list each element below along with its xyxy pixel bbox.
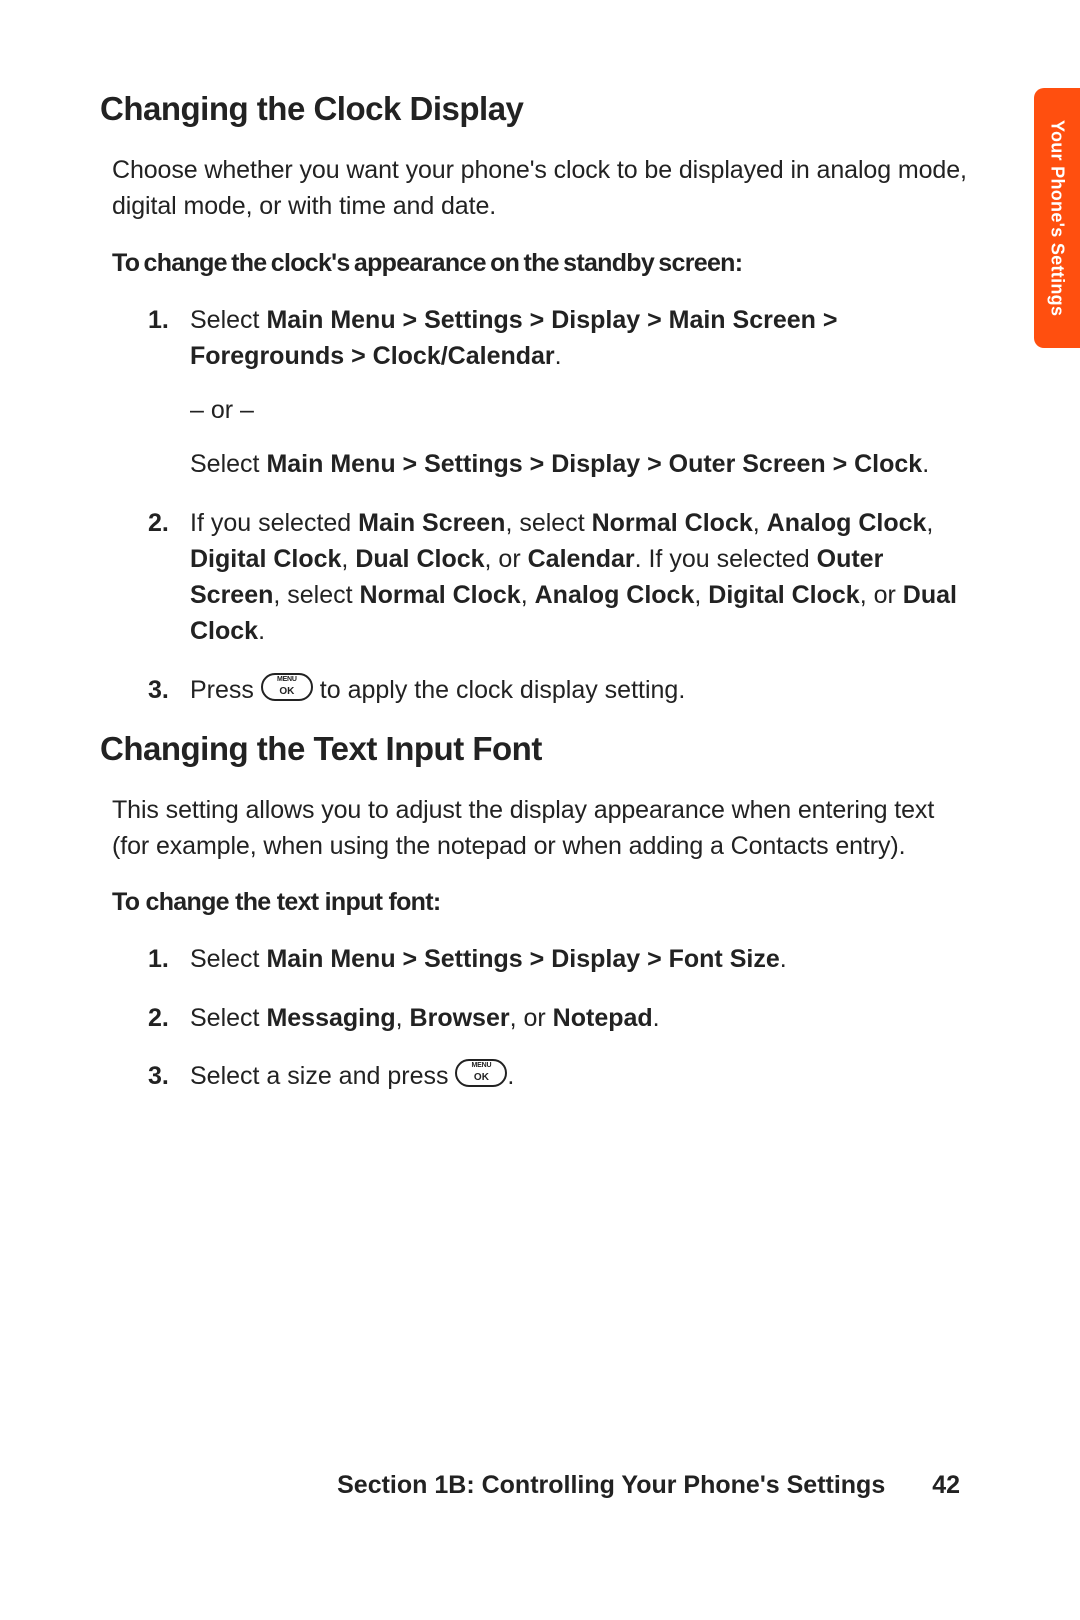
step3-pre: Press xyxy=(190,676,261,704)
step1-path: Main Menu > Settings > Display > Main Sc… xyxy=(190,306,837,370)
step1-pre: Select xyxy=(190,306,266,334)
menu-ok-icon xyxy=(261,673,313,701)
steps-clock: Select Main Menu > Settings > Display > … xyxy=(148,302,970,708)
font-step-2: Select Messaging, Browser, or Notepad. xyxy=(148,1000,970,1036)
step1-alt: Select Main Menu > Settings > Display > … xyxy=(190,446,970,482)
font-step-3: Select a size and press . xyxy=(148,1058,970,1094)
font-step-1: Select Main Menu > Settings > Display > … xyxy=(148,941,970,977)
step1b-pre: Select xyxy=(190,450,266,478)
step1b-path: Main Menu > Settings > Display > Outer S… xyxy=(266,450,922,478)
steps-font: Select Main Menu > Settings > Display > … xyxy=(148,941,970,1094)
side-tab: Your Phone's Settings xyxy=(1034,88,1080,348)
page-number: 42 xyxy=(932,1471,960,1500)
side-tab-label: Your Phone's Settings xyxy=(1047,120,1068,316)
subhead-font: To change the text input font: xyxy=(112,888,970,917)
heading-text-font: Changing the Text Input Font xyxy=(100,730,970,768)
or-divider: – or – xyxy=(190,392,970,428)
intro-clock: Choose whether you want your phone's clo… xyxy=(112,152,970,225)
footer-section: Section 1B: Controlling Your Phone's Set… xyxy=(337,1471,885,1499)
step-2: If you selected Main Screen, select Norm… xyxy=(148,505,970,650)
manual-page: Your Phone's Settings Changing the Clock… xyxy=(0,0,1080,1620)
heading-clock-display: Changing the Clock Display xyxy=(100,90,970,128)
step1-post: . xyxy=(555,342,562,370)
step3-post: to apply the clock display setting. xyxy=(313,676,685,704)
subhead-clock: To change the clock's appearance on the … xyxy=(112,249,970,278)
step1b-post: . xyxy=(922,450,929,478)
menu-ok-icon xyxy=(455,1059,507,1087)
step-1: Select Main Menu > Settings > Display > … xyxy=(148,302,970,483)
intro-font: This setting allows you to adjust the di… xyxy=(112,792,970,865)
page-footer: Section 1B: Controlling Your Phone's Set… xyxy=(0,1471,960,1500)
step-3: Press to apply the clock display setting… xyxy=(148,672,970,708)
